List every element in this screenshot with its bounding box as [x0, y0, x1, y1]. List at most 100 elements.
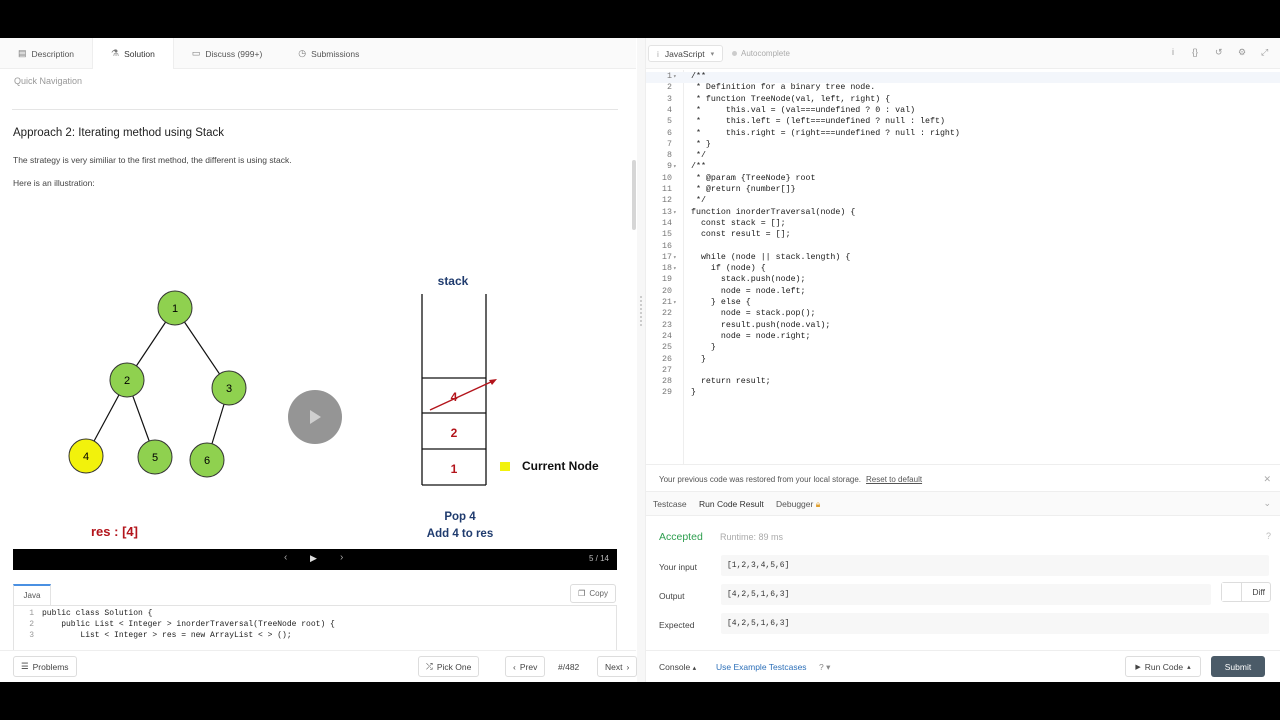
code-line: 2 public List < Integer > inorderTravers… [29, 620, 335, 629]
fold-icon[interactable]: ▾ [673, 265, 681, 272]
help-icon[interactable]: ? [1266, 531, 1271, 541]
fold-icon[interactable]: ▾ [673, 254, 681, 261]
code-line: 29} [646, 388, 1280, 399]
prev-problem-button[interactable]: ‹ Prev [505, 656, 546, 677]
code-text: * @return {number[]} [691, 185, 796, 194]
next-problem-button[interactable]: Next › [597, 656, 638, 677]
arrow-head [489, 379, 497, 385]
fold-icon[interactable]: ▾ [673, 73, 681, 80]
tab-java[interactable]: Java [13, 584, 51, 605]
code-text: * function TreeNode(val, left, right) { [691, 94, 891, 104]
editor-toolbar: i JavaScript ▾ Autocomplete i {} ↺ ⚙ ⤢ [646, 38, 1280, 69]
line-number: 1 [667, 72, 672, 81]
line-number: 3 [667, 94, 672, 104]
help-icon[interactable]: ? ▾ [819, 662, 830, 673]
fold-icon[interactable]: ▾ [673, 299, 681, 306]
braces-icon[interactable]: {} [1192, 47, 1198, 57]
diff-toggle[interactable]: Diff [1221, 582, 1271, 602]
right-bottom-bar: Console ▴ Use Example Testcases ? ▾ ▶ Run… [646, 650, 1280, 682]
tab-discuss[interactable]: ▭ Discuss (999+) [174, 38, 280, 69]
code-line: 18 ▾ if (node) { [646, 264, 1280, 275]
chevron-down-icon[interactable]: ⌄ [1263, 498, 1271, 509]
code-text: return result; [691, 377, 771, 387]
play-overlay-button[interactable] [288, 390, 342, 444]
code-line: 11 * @return {number[]} [646, 185, 1280, 196]
tree-node-current: 4 [68, 438, 104, 474]
description-pane: ▤ Description ⚗ Solution ▭ Discuss (999+) ◷… [0, 38, 638, 682]
code-line: 1 public class Solution { [29, 609, 153, 618]
code-line: 21 ▾ } else { [646, 298, 1280, 309]
line-number: 24 [662, 331, 672, 341]
quick-navigation[interactable]: Quick Navigation [14, 76, 82, 86]
autoplay-button[interactable]: ▶ [310, 553, 317, 564]
code-line: 2 * Definition for a binary tree node. [646, 83, 1280, 94]
tree-node-label: 5 [152, 452, 158, 464]
legend-swatch [500, 462, 510, 471]
line-number: 25 [662, 343, 672, 353]
fold-icon[interactable]: ▾ [673, 163, 681, 170]
pane-splitter[interactable] [637, 38, 645, 682]
toggle-switch [1222, 583, 1242, 601]
fold-icon[interactable]: ▾ [673, 209, 681, 216]
settings-icon[interactable]: ⚙ [1238, 47, 1246, 58]
code-line: 15 const result = []; [646, 230, 1280, 241]
line-number: 12 [662, 196, 672, 206]
problem-count-label: /482 [562, 662, 580, 672]
problem-counter: #/482 [558, 662, 579, 672]
toggle-dot-icon [732, 51, 737, 57]
language-label: JavaScript [664, 48, 705, 59]
tree-node-label: 2 [124, 375, 130, 387]
problems-label: Problems [32, 661, 69, 672]
reset-icon[interactable]: ↺ [1215, 47, 1223, 58]
use-example-testcases-link[interactable]: Use Example Testcases [716, 662, 807, 672]
tab-run-code-result[interactable]: Run Code Result [699, 499, 764, 509]
code-text: */ [691, 196, 706, 206]
scrollbar-thumb[interactable] [632, 160, 636, 230]
pick-one-button[interactable]: ⤮ Pick One [418, 656, 480, 677]
line-number: 14 [662, 218, 672, 228]
tab-solution-label: Solution [124, 48, 155, 59]
article-paragraph: The strategy is very similiar to the fir… [13, 155, 292, 165]
copy-button[interactable]: ❐ Copy [570, 584, 616, 603]
reset-to-default-link[interactable]: Reset to default [866, 475, 922, 484]
run-code-button[interactable]: ▶ Run Code ▴ [1125, 656, 1201, 677]
clock-icon: ◷ [298, 48, 307, 58]
run-result-panel: Accepted Runtime: 89 ms ? Your input [1,… [646, 516, 1280, 650]
code-line: 24 node = node.right; [646, 332, 1280, 343]
approach-heading: Approach 2: Iterating method using Stack [13, 127, 224, 139]
tab-submissions[interactable]: ◷ Submissions [280, 38, 377, 69]
code-line: 10 * @param {TreeNode} root [646, 174, 1280, 185]
document-icon: ▤ [18, 48, 27, 58]
code-text: if (node) { [691, 264, 766, 274]
autocomplete-toggle[interactable]: Autocomplete [732, 49, 790, 58]
copy-icon: ❐ [578, 589, 586, 598]
tab-description[interactable]: ▤ Description [0, 38, 92, 69]
code-line: 19 stack.push(node); [646, 275, 1280, 286]
code-line: 25 } [646, 343, 1280, 354]
line-number: 22 [662, 309, 672, 319]
code-text: while (node || stack.length) { [691, 252, 851, 262]
info-icon[interactable]: i [1172, 47, 1174, 57]
next-slide-button[interactable]: › [340, 552, 343, 563]
code-editor[interactable]: 1 ▾/** 2 * Definition for a binary tree no… [646, 70, 1280, 464]
language-select[interactable]: i JavaScript ▾ [648, 45, 724, 62]
tab-solution[interactable]: ⚗ Solution [92, 38, 174, 69]
code-line: 3 List < Integer > res = new ArrayList <… [29, 631, 292, 640]
code-line: 28 return result; [646, 377, 1280, 388]
line-number: 21 [662, 298, 672, 307]
console-toggle[interactable]: Console ▴ [659, 662, 696, 672]
prev-slide-button[interactable]: ‹ [284, 552, 287, 563]
line-number: 26 [662, 354, 672, 364]
tab-testcase[interactable]: Testcase [653, 499, 687, 509]
input-label: Your input [659, 562, 697, 572]
close-icon[interactable]: ✕ [1263, 474, 1271, 485]
problems-button[interactable]: ☰ Problems [13, 656, 77, 677]
expand-icon[interactable]: ⤢ [1261, 47, 1268, 58]
line-number: 29 [662, 388, 672, 398]
submit-button[interactable]: Submit [1211, 656, 1265, 677]
tab-debugger[interactable]: Debugger 🔒︎ [776, 499, 820, 510]
code-text: * this.right = (right===undefined ? null… [691, 128, 960, 138]
output-label: Output [659, 591, 685, 601]
line-number: 20 [662, 286, 672, 296]
code-line: 14 const stack = []; [646, 219, 1280, 230]
